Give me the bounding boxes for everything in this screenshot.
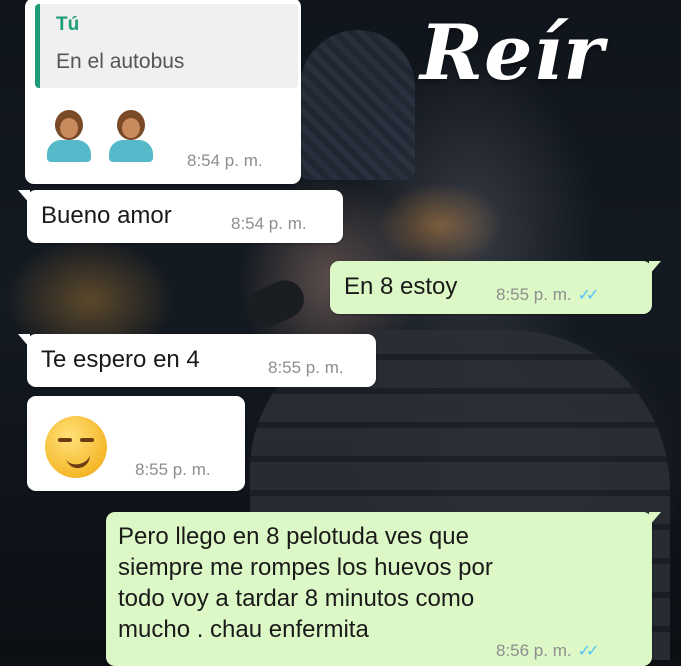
quoted-text: En el autobus [56, 50, 185, 73]
background-cap [300, 30, 415, 180]
message-bubble-incoming-reply[interactable]: Tú En el autobus 8:54 p. m. [25, 0, 301, 184]
message-text-line: siempre me rompes los huevos por [118, 554, 493, 581]
message-bubble-incoming[interactable]: Te espero en 4 8:55 p. m. [18, 334, 376, 387]
message-bubble-incoming[interactable]: Bueno amor 8:54 p. m. [18, 190, 343, 243]
quoted-message[interactable]: Tú En el autobus [35, 4, 298, 88]
double-check-icon: ✓✓ [577, 287, 600, 304]
message-text-line: mucho . chau enfermita [118, 616, 369, 643]
message-time: 8:55 p. m. [268, 358, 344, 377]
facepalm-emoji [109, 110, 153, 162]
watermark-logo: Reír [420, 8, 605, 97]
message-time: 8:54 p. m. [231, 214, 307, 233]
message-text: En 8 estoy [344, 273, 458, 300]
smirking-face-emoji [45, 416, 107, 478]
message-text-line: todo voy a tardar 8 minutos como [118, 585, 475, 612]
facepalm-emoji [47, 110, 91, 162]
message-time: 8:56 p. m. ✓✓ [496, 641, 600, 660]
message-text-line: Pero llego en 8 pelotuda ves que [118, 523, 469, 550]
message-bubble-incoming-emoji[interactable]: 8:55 p. m. [27, 396, 245, 491]
message-time: 8:55 p. m. ✓✓ [496, 285, 600, 304]
message-text: Te espero en 4 [41, 346, 200, 373]
message-bubble-outgoing[interactable]: En 8 estoy 8:55 p. m. ✓✓ [330, 261, 661, 314]
double-check-icon: ✓✓ [577, 643, 600, 660]
message-bubble-outgoing-long[interactable]: Pero llego en 8 pelotuda ves que siempre… [106, 512, 661, 666]
message-time: 8:54 p. m. [187, 151, 263, 170]
message-text: Bueno amor [41, 202, 172, 229]
quoted-author: Tú [56, 14, 80, 35]
message-time: 8:55 p. m. [135, 460, 211, 479]
